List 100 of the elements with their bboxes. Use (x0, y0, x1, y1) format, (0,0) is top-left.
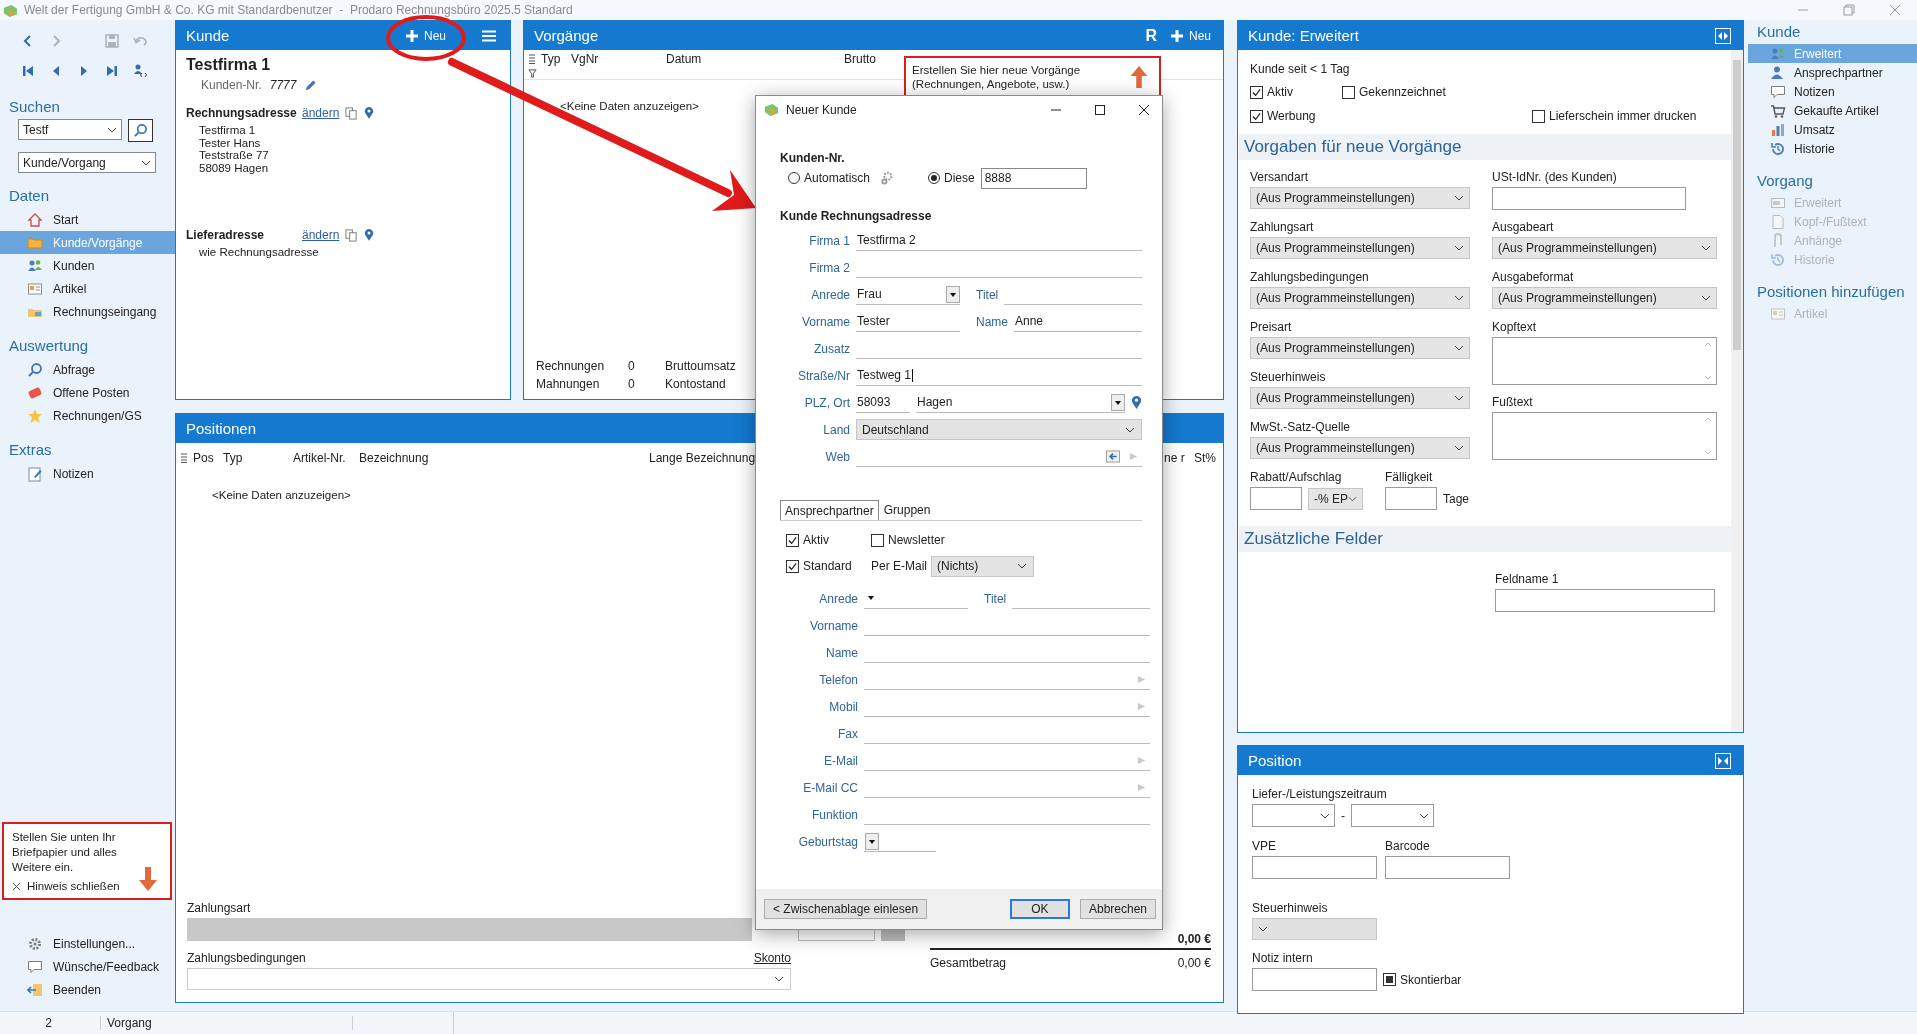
select-field[interactable] (1252, 918, 1377, 940)
column-header[interactable]: VgNr (569, 51, 664, 66)
column-header[interactable]: Brutto (842, 51, 887, 66)
payment-type-field[interactable] (187, 918, 752, 941)
sidebar-item[interactable]: Notizen (0, 462, 175, 485)
discount-link[interactable]: Skonto (753, 951, 791, 968)
text-field[interactable] (1495, 589, 1715, 612)
close-icon[interactable] (1138, 103, 1150, 116)
play-icon[interactable] (1129, 451, 1138, 461)
select-field[interactable]: Deutschland (856, 419, 1142, 440)
text-field[interactable] (1250, 487, 1302, 510)
nav-item[interactable]: Gekaufte Artikel (1748, 101, 1917, 120)
column-header[interactable]: Datum (664, 51, 842, 66)
close-hint-button[interactable]: Hinweis schließen (12, 880, 120, 892)
pencil-icon[interactable] (304, 78, 318, 92)
select-field[interactable]: (Aus Programmeinstellungen) (1250, 187, 1470, 209)
date-dropdown[interactable] (1351, 804, 1434, 827)
column-chooser-icon[interactable] (181, 453, 187, 463)
copy-icon[interactable] (345, 106, 359, 120)
sidebar-item[interactable]: Einstellungen... (0, 932, 175, 955)
checkbox[interactable] (1383, 973, 1396, 986)
nav-item[interactable]: Ansprechpartner (1748, 63, 1917, 82)
filter-icon[interactable] (528, 69, 537, 78)
checkbox[interactable] (786, 533, 799, 547)
play-icon[interactable] (1137, 782, 1146, 792)
checkbox[interactable] (1250, 85, 1263, 99)
column-header[interactable]: ne r (1162, 451, 1192, 465)
tab[interactable]: Ansprechpartner (780, 500, 879, 520)
column-chooser-icon[interactable] (529, 53, 535, 64)
column-header[interactable]: Pos (191, 451, 221, 465)
sidebar-item[interactable]: Wünsche/Feedback (0, 955, 175, 978)
maximize-icon[interactable] (1094, 103, 1106, 116)
collapse-icon[interactable] (1715, 27, 1731, 44)
change-link[interactable]: ändern (302, 228, 340, 242)
select-field[interactable]: (Aus Programmeinstellungen) (1250, 437, 1470, 459)
dialog-button[interactable]: OK (1009, 899, 1070, 919)
checkbox[interactable] (1250, 109, 1263, 123)
play-icon[interactable] (1137, 674, 1146, 684)
select-field[interactable]: (Aus Programmeinstellungen) (1492, 237, 1717, 259)
map-pin-icon[interactable] (364, 106, 375, 120)
text-field[interactable] (1385, 487, 1437, 510)
select-field[interactable]: (Aus Programmeinstellungen) (1250, 387, 1470, 409)
checkbox[interactable] (1342, 85, 1355, 99)
select-field[interactable]: -% EP (1308, 487, 1363, 510)
checkbox[interactable] (786, 559, 799, 573)
expand-icon[interactable] (1715, 752, 1731, 769)
select-field[interactable]: (Aus Programmeinstellungen) (1250, 287, 1470, 309)
select-field[interactable]: (Aus Programmeinstellungen) (1492, 287, 1717, 309)
text-area[interactable] (1492, 412, 1717, 460)
change-link[interactable]: ändern (302, 106, 340, 120)
tab[interactable]: Gruppen (878, 500, 936, 520)
column-header[interactable]: St% (1192, 451, 1222, 465)
select-field[interactable]: (Nichts) (931, 555, 1034, 577)
r-button[interactable]: R (1145, 26, 1157, 45)
copy-icon[interactable] (345, 228, 359, 242)
text-field[interactable] (1492, 187, 1686, 210)
sidebar-item[interactable]: Rechnungseingang (0, 300, 175, 323)
text-field[interactable]: Testfirma 2 (856, 230, 1142, 251)
text-field[interactable] (1252, 968, 1377, 991)
text-area[interactable] (1492, 337, 1717, 385)
sidebar-item[interactable]: Kunden (0, 254, 175, 277)
checkbox[interactable] (1532, 109, 1545, 123)
nav-item[interactable]: Umsatz (1748, 120, 1917, 139)
number-field[interactable]: 8888 (980, 167, 1087, 189)
column-header[interactable]: Artikel-Nr. (291, 451, 357, 465)
date-dropdown[interactable] (1252, 804, 1335, 827)
dropdown[interactable] (864, 831, 936, 852)
new-button[interactable]: Neu (1171, 28, 1211, 43)
map-pin-icon[interactable] (1131, 395, 1142, 410)
select-field[interactable]: (Aus Programmeinstellungen) (1250, 337, 1470, 359)
column-header[interactable]: Typ (221, 451, 291, 465)
dropdown[interactable]: Frau (856, 284, 960, 305)
gear-icon[interactable] (880, 171, 895, 185)
sidebar-item[interactable]: Start (0, 208, 175, 231)
text-field[interactable]: Anne (1014, 311, 1142, 332)
text-field[interactable] (1385, 856, 1510, 879)
browse-icon[interactable] (1105, 449, 1121, 463)
search-field[interactable]: Testf (18, 119, 122, 140)
column-header[interactable]: Bezeichnung (357, 451, 647, 465)
select-field[interactable]: (Aus Programmeinstellungen) (1250, 237, 1470, 259)
sidebar-item[interactable]: Rechnungen/GS (0, 404, 175, 427)
sidebar-item[interactable]: Offene Posten (0, 381, 175, 404)
dialog-button[interactable]: < Zwischenablage einlesen (764, 899, 928, 919)
text-field[interactable]: 58093 (856, 392, 910, 413)
play-icon[interactable] (1137, 701, 1146, 711)
new-button[interactable]: Neu (406, 28, 446, 43)
payment-terms-dropdown[interactable] (187, 968, 791, 990)
dropdown[interactable]: Hagen (916, 392, 1125, 413)
sidebar-item[interactable]: Artikel (0, 277, 175, 300)
map-pin-icon[interactable] (364, 228, 375, 242)
sidebar-item[interactable]: Abfrage (0, 358, 175, 381)
checkbox[interactable] (871, 533, 884, 547)
nav-item[interactable]: Notizen (1748, 82, 1917, 101)
scope-dropdown[interactable]: Kunde/Vorgang (18, 152, 156, 173)
menu-icon[interactable] (482, 29, 496, 42)
play-icon[interactable] (1137, 755, 1146, 765)
text-field[interactable]: Testweg 1 (856, 365, 1142, 386)
text-field[interactable] (1252, 856, 1377, 879)
text-field[interactable]: Tester (856, 311, 960, 332)
scrollbar[interactable] (1731, 50, 1743, 732)
